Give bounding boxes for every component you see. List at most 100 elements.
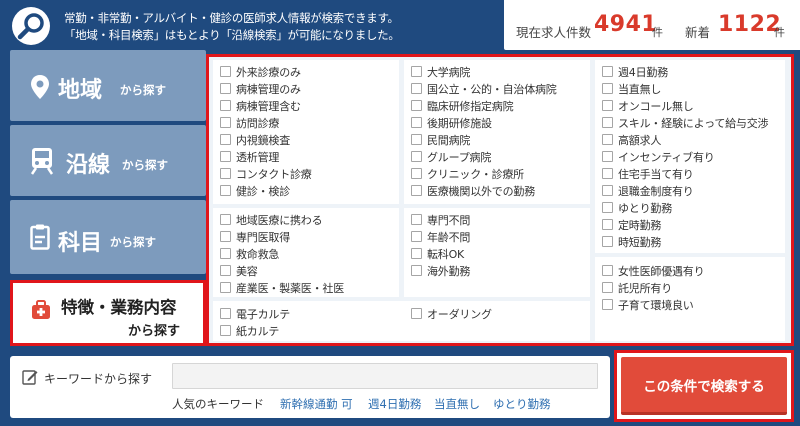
checkbox-item[interactable]: 時短勤務 [602, 233, 661, 250]
checkbox[interactable] [602, 134, 613, 145]
checkbox-item[interactable]: 産業医・製薬医・社医 [220, 279, 344, 296]
checkbox-item[interactable]: 住宅手当て有り [602, 165, 694, 182]
checkbox[interactable] [411, 185, 422, 196]
checkbox[interactable] [602, 282, 613, 293]
checkbox[interactable] [411, 66, 422, 77]
checkbox-item[interactable]: インセンティブ有り [602, 148, 715, 165]
checkbox[interactable] [602, 236, 613, 247]
checkbox-item[interactable]: クリニック・診療所 [411, 165, 524, 182]
checkbox[interactable] [220, 308, 231, 319]
checkbox-item[interactable]: 訪問診療 [220, 114, 279, 131]
checkbox[interactable] [220, 231, 231, 242]
checkbox-item[interactable]: 子育て環境良い [602, 296, 694, 313]
checkbox-item[interactable]: 退職金制度有り [602, 182, 694, 199]
checkbox-item[interactable]: 女性医師優遇有り [602, 262, 705, 279]
checkbox[interactable] [411, 83, 422, 94]
checkbox[interactable] [220, 265, 231, 276]
checkbox-item[interactable]: 病棟管理のみ [220, 80, 301, 97]
tab-line[interactable]: 沿線 から探す [10, 125, 206, 196]
keyword-input[interactable] [172, 363, 598, 389]
checkbox[interactable] [220, 134, 231, 145]
checkbox-item[interactable]: 臨床研修指定病院 [411, 97, 514, 114]
checkbox-item[interactable]: 当直無し [602, 80, 661, 97]
checkbox[interactable] [220, 325, 231, 336]
job-count-box: 現在求人件数 4941 件 新着 1122 件 [504, 0, 800, 50]
checkbox-item[interactable]: 内視鏡検査 [220, 131, 290, 148]
checkbox-item[interactable]: 定時勤務 [602, 216, 661, 233]
checkbox[interactable] [220, 83, 231, 94]
checkbox-item[interactable]: 年齢不問 [411, 228, 470, 245]
checkbox[interactable] [220, 66, 231, 77]
checkbox-item[interactable]: 海外勤務 [411, 262, 470, 279]
checkbox-item[interactable]: オンコール無し [602, 97, 694, 114]
checkbox[interactable] [411, 100, 422, 111]
checkbox[interactable] [411, 214, 422, 225]
checkbox-item[interactable]: 後期研修施設 [411, 114, 492, 131]
checkbox-item[interactable]: 専門医取得 [220, 228, 290, 245]
checkbox[interactable] [220, 282, 231, 293]
train-icon [30, 148, 54, 175]
checkbox-item[interactable]: 民間病院 [411, 131, 470, 148]
popular-keyword-link[interactable]: 週4日勤務 [368, 396, 421, 412]
checkbox-item[interactable]: 紙カルテ [220, 322, 279, 339]
checkbox[interactable] [411, 248, 422, 259]
checkbox-item[interactable]: グループ病院 [411, 148, 491, 165]
tab-region[interactable]: 地域 から探す [10, 50, 206, 121]
checkbox[interactable] [602, 219, 613, 230]
tab-subject[interactable]: 科目 から探す [10, 200, 206, 274]
checkbox-item[interactable]: 転科OK [411, 245, 464, 262]
checkbox[interactable] [602, 265, 613, 276]
checkbox[interactable] [602, 66, 613, 77]
checkbox-item[interactable]: 地域医療に携わる [220, 211, 323, 228]
checkbox[interactable] [411, 231, 422, 242]
checkbox[interactable] [220, 100, 231, 111]
popular-keyword-link[interactable]: 新幹線通勤 可 [280, 396, 353, 412]
checkbox-item[interactable]: 美容 [220, 262, 258, 279]
checkbox[interactable] [602, 168, 613, 179]
checkbox-label: 託児所有り [618, 281, 672, 295]
checkbox[interactable] [411, 308, 422, 319]
checkbox[interactable] [602, 151, 613, 162]
checkbox[interactable] [602, 185, 613, 196]
checkbox[interactable] [411, 117, 422, 128]
popular-keyword-link[interactable]: ゆとり勤務 [493, 396, 551, 412]
checkbox[interactable] [411, 134, 422, 145]
checkbox[interactable] [602, 100, 613, 111]
checkbox-item[interactable]: 大学病院 [411, 63, 470, 80]
checkbox-item[interactable]: 外来診療のみ [220, 63, 301, 80]
checkbox-item[interactable]: 透析管理 [220, 148, 279, 165]
checkbox[interactable] [602, 202, 613, 213]
checkbox-item[interactable]: 電子カルテ [220, 305, 290, 322]
checkbox-item[interactable]: スキル・経験によって給与交渉 [602, 114, 769, 131]
checkbox[interactable] [602, 83, 613, 94]
checkbox[interactable] [220, 151, 231, 162]
checkbox-item[interactable]: 健診・検診 [220, 182, 290, 199]
checkbox-item[interactable]: 週4日勤務 [602, 63, 668, 80]
checkbox-item[interactable]: コンタクト診療 [220, 165, 312, 182]
checkbox-item[interactable]: 救命救急 [220, 245, 279, 262]
checkbox[interactable] [411, 265, 422, 276]
tab-feature[interactable]: 特徴・業務内容 から探す [10, 280, 206, 346]
checkbox-item[interactable]: オーダリング [411, 305, 492, 322]
checkbox[interactable] [220, 214, 231, 225]
checkbox-item[interactable]: 高額求人 [602, 131, 661, 148]
checkbox[interactable] [220, 185, 231, 196]
checkbox[interactable] [602, 117, 613, 128]
checkbox[interactable] [411, 168, 422, 179]
checkbox-item[interactable]: 専門不問 [411, 211, 470, 228]
checkbox[interactable] [220, 117, 231, 128]
checkbox-item[interactable]: ゆとり勤務 [602, 199, 672, 216]
search-button[interactable]: この条件で検索する [621, 357, 787, 415]
checkbox-item[interactable]: 国公立・公的・自治体病院 [411, 80, 557, 97]
checkbox-label: 海外勤務 [427, 264, 471, 278]
checkbox-label: 民間病院 [427, 133, 471, 147]
header: 常勤・非常勤・アルバイト・健診の医師求人情報が検索できます。 「地域・科目検索」… [0, 0, 800, 50]
checkbox[interactable] [220, 248, 231, 259]
checkbox-item[interactable]: 病棟管理含む [220, 97, 301, 114]
checkbox-item[interactable]: 託児所有り [602, 279, 672, 296]
checkbox-item[interactable]: 医療機関以外での勤務 [411, 182, 535, 199]
checkbox[interactable] [411, 151, 422, 162]
popular-keyword-link[interactable]: 当直無し [434, 396, 480, 412]
checkbox[interactable] [602, 299, 613, 310]
checkbox[interactable] [220, 168, 231, 179]
